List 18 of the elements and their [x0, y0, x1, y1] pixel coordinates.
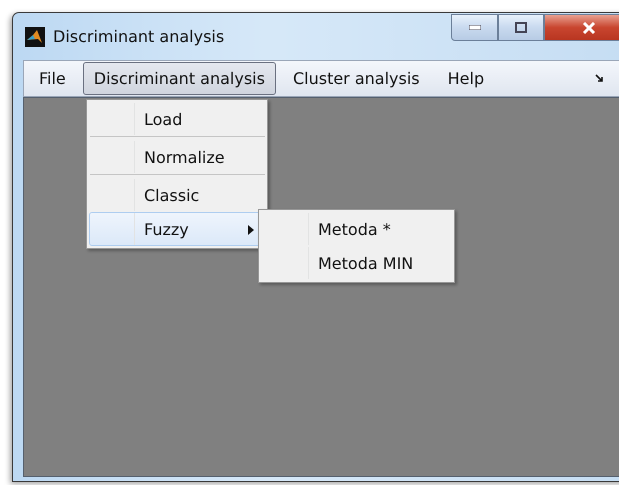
submenu-arrow-icon — [248, 225, 254, 235]
menu-option[interactable]: Metoda MIN — [261, 246, 452, 280]
menu-item[interactable]: Help — [436, 62, 496, 95]
menu-option[interactable]: Normalize — [89, 140, 265, 174]
overflow-arrow-icon[interactable] — [595, 74, 604, 83]
minimize-icon — [468, 25, 480, 30]
close-icon — [582, 22, 596, 34]
window-title: Discriminant analysis — [53, 27, 224, 46]
app-logo-icon — [25, 26, 45, 46]
menu-item[interactable]: File — [28, 62, 77, 95]
minimize-button[interactable] — [451, 14, 498, 41]
menu-option[interactable]: Classic — [89, 178, 265, 212]
menu-item[interactable]: Discriminant analysis — [82, 62, 276, 95]
maximize-button[interactable] — [498, 14, 544, 41]
menu-option[interactable]: Load — [89, 102, 265, 136]
menu-item[interactable]: Cluster analysis — [282, 62, 431, 95]
close-button[interactable] — [544, 14, 619, 41]
restore-icon — [515, 22, 527, 33]
